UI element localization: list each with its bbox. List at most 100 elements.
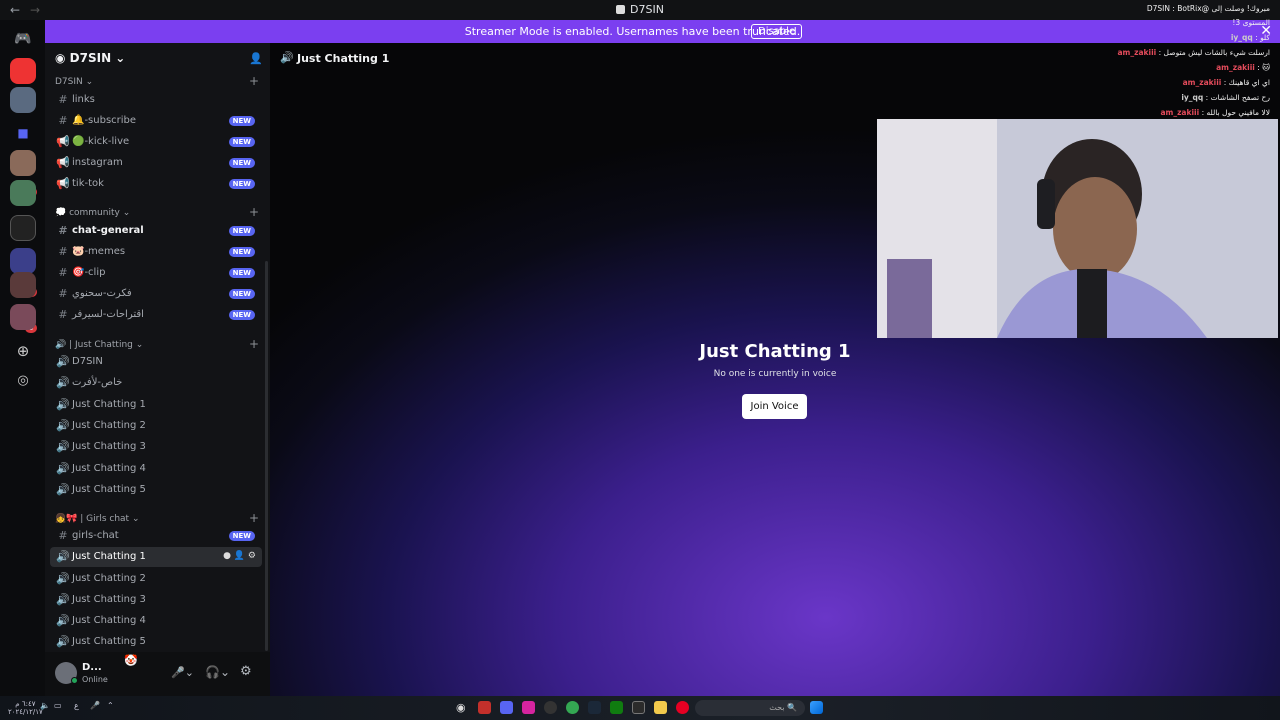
channel-tik-tok[interactable]: 📢 tik-tok NEW [50,174,262,194]
streamer-mode-banner: Streamer Mode is enabled. Usernames have… [45,20,1280,43]
instagram-icon[interactable] [522,701,535,714]
add-channel-icon[interactable]: + [249,74,259,88]
voice-channel[interactable]: 🔊 Just Chatting 4 [50,459,262,479]
gear-icon[interactable]: ⚙ [248,551,256,561]
chat-bubble-icon[interactable]: ● [223,551,231,561]
channel-subscribe[interactable]: # 🔔-subscribe NEW [50,111,262,131]
channel-clip[interactable]: # 🎯-clip NEW [50,263,262,283]
search-icon: 🔍 [787,703,797,712]
server-icon [616,5,626,14]
server-icon-b[interactable] [10,180,36,206]
voice-channel[interactable]: 🔊 Just Chatting 5 [50,632,262,652]
volume-icon[interactable]: 🔈 [40,701,50,710]
category-header[interactable]: 👧🎀 | Girls chat ⌄ [55,514,140,524]
channel-header-title: Just Chatting 1 [297,52,390,65]
voice-channel[interactable]: 🔊 Just Chatting 4 [50,611,262,631]
voice-channel-selected[interactable]: 🔊 Just Chatting 1 ● 👤 ⚙ [50,547,262,567]
speaker-icon: 🔊 [56,550,70,563]
speaker-icon: 🔊 [56,572,70,585]
new-badge: NEW [228,268,255,278]
chrome-icon[interactable] [566,701,579,714]
clock[interactable]: ٦:٤٧ م ٢٠٢٤/١٢/١٧ [8,700,43,716]
add-channel-icon[interactable]: + [249,337,259,351]
channel-chat-general[interactable]: # chat-general NEW [50,221,262,241]
voice-channel[interactable]: 🔊 خاص-لأفرت [50,373,262,393]
windows-start-icon[interactable] [810,701,823,714]
new-badge: NEW [228,310,255,320]
explore-icon[interactable]: ◎ [10,368,36,394]
sidebar-scrollbar[interactable] [265,261,268,651]
xbox-icon[interactable] [610,701,623,714]
obs-icon[interactable] [544,701,557,714]
network-icon[interactable]: ▭ [54,701,62,710]
voice-channel[interactable]: 🔊 Just Chatting 2 [50,416,262,436]
add-channel-icon[interactable]: + [249,205,259,219]
add-channel-icon[interactable]: + [249,511,259,525]
language-indicator[interactable]: ع [74,701,79,710]
megaphone-icon: 📢 [56,156,70,169]
server-folder-2[interactable] [10,248,36,274]
steam-app-icon[interactable] [588,701,601,714]
chat-message: اي اي قاهينك : am_zakiii [1182,78,1270,87]
server-name[interactable]: ◉ D7SIN ⌄ [55,51,125,65]
voice-channel[interactable]: 🔊 Just Chatting 2 [50,569,262,589]
app-icon-red[interactable] [478,701,491,714]
chat-message: رح تصفح الشاشات : iy_qq [1181,93,1270,102]
channel-links[interactable]: # links [50,90,262,110]
microphone-icon[interactable]: 🎤⌄ [171,666,194,679]
user-panel: D... Online 🤡 🎤⌄ 🎧⌄ ⚙ [45,652,270,696]
join-voice-button[interactable]: Join Voice [742,394,807,419]
hash-icon: # [58,93,68,106]
channel-kick-live[interactable]: 📢 🟢-kick-live NEW [50,132,262,152]
voice-channel[interactable]: 🔊 Just Chatting 1 [50,395,262,415]
server-folder-1[interactable] [10,215,36,241]
channel-girls-chat[interactable]: # girls-chat NEW [50,526,262,546]
new-badge: NEW [228,158,255,168]
disable-button[interactable]: Disable [751,24,803,39]
add-server-icon[interactable]: ⊕ [10,338,36,364]
user-status: Online [82,675,108,684]
voice-channel[interactable]: 🔊 D7SIN [50,352,262,372]
folder-icon[interactable]: ■ [10,120,36,146]
voice-channel[interactable]: 🔊 Just Chatting 3 [50,437,262,457]
server-folder-4[interactable] [10,304,36,330]
store-icon[interactable] [632,701,645,714]
chat-message: كلو : iy_qq [1230,33,1270,42]
server-icon-a[interactable] [10,150,36,176]
microphone-tray-icon[interactable]: 🎤 [90,701,100,710]
headphones-icon[interactable]: 🎧⌄ [205,665,230,679]
category-header[interactable]: D7SIN ⌄ [55,77,93,87]
channel-memes[interactable]: # 🐷-memes NEW [50,242,262,262]
category-header[interactable]: 🔊 | Just Chatting ⌄ [55,340,143,350]
taskbar-search[interactable]: بحث 🔍 [695,700,805,716]
new-badge: NEW [228,116,255,126]
channel-instagram[interactable]: 📢 instagram NEW [50,153,262,173]
new-badge: NEW [228,531,255,541]
voice-channel[interactable]: 🔊 Just Chatting 5 [50,480,262,500]
voice-subtitle: No one is currently in voice [713,369,837,379]
server-icon-lets[interactable] [10,58,36,84]
server-icon-nexora[interactable] [10,87,36,113]
server-folder-3[interactable] [10,272,36,298]
chevron-up-icon[interactable]: ⌃ [107,701,114,710]
category-header[interactable]: 💭 community ⌄ [55,208,130,218]
new-badge: NEW [228,137,255,147]
pinterest-icon[interactable] [676,701,689,714]
channel-suggestions[interactable]: # اقتراحات-لسيرفر NEW [50,305,262,325]
banner-message: Streamer Mode is enabled. Usernames have… [464,25,801,38]
invite-icon[interactable]: 👤 [234,551,245,561]
steam-icon[interactable]: ◉ [456,701,469,714]
hash-icon: # [58,308,68,321]
stream-chat-overlay: مبروك! وصلت إلى @D7SIN : BotRix المستوى … [1117,2,1280,120]
settings-gear-icon[interactable]: ⚙ [240,664,252,679]
invite-icon[interactable]: 👤 [249,52,263,65]
discord-home-icon[interactable]: 🎮 [10,26,36,52]
file-explorer-icon[interactable] [654,701,667,714]
megaphone-icon: 📢 [56,177,70,190]
discord-icon[interactable] [500,701,513,714]
speaker-icon: 🔊 [56,483,70,496]
voice-channel[interactable]: 🔊 Just Chatting 3 [50,590,262,610]
online-status-dot [71,677,78,684]
speaker-icon: 🔊 [56,355,70,368]
channel-ideas[interactable]: # فكرت-سحنوي NEW [50,284,262,304]
